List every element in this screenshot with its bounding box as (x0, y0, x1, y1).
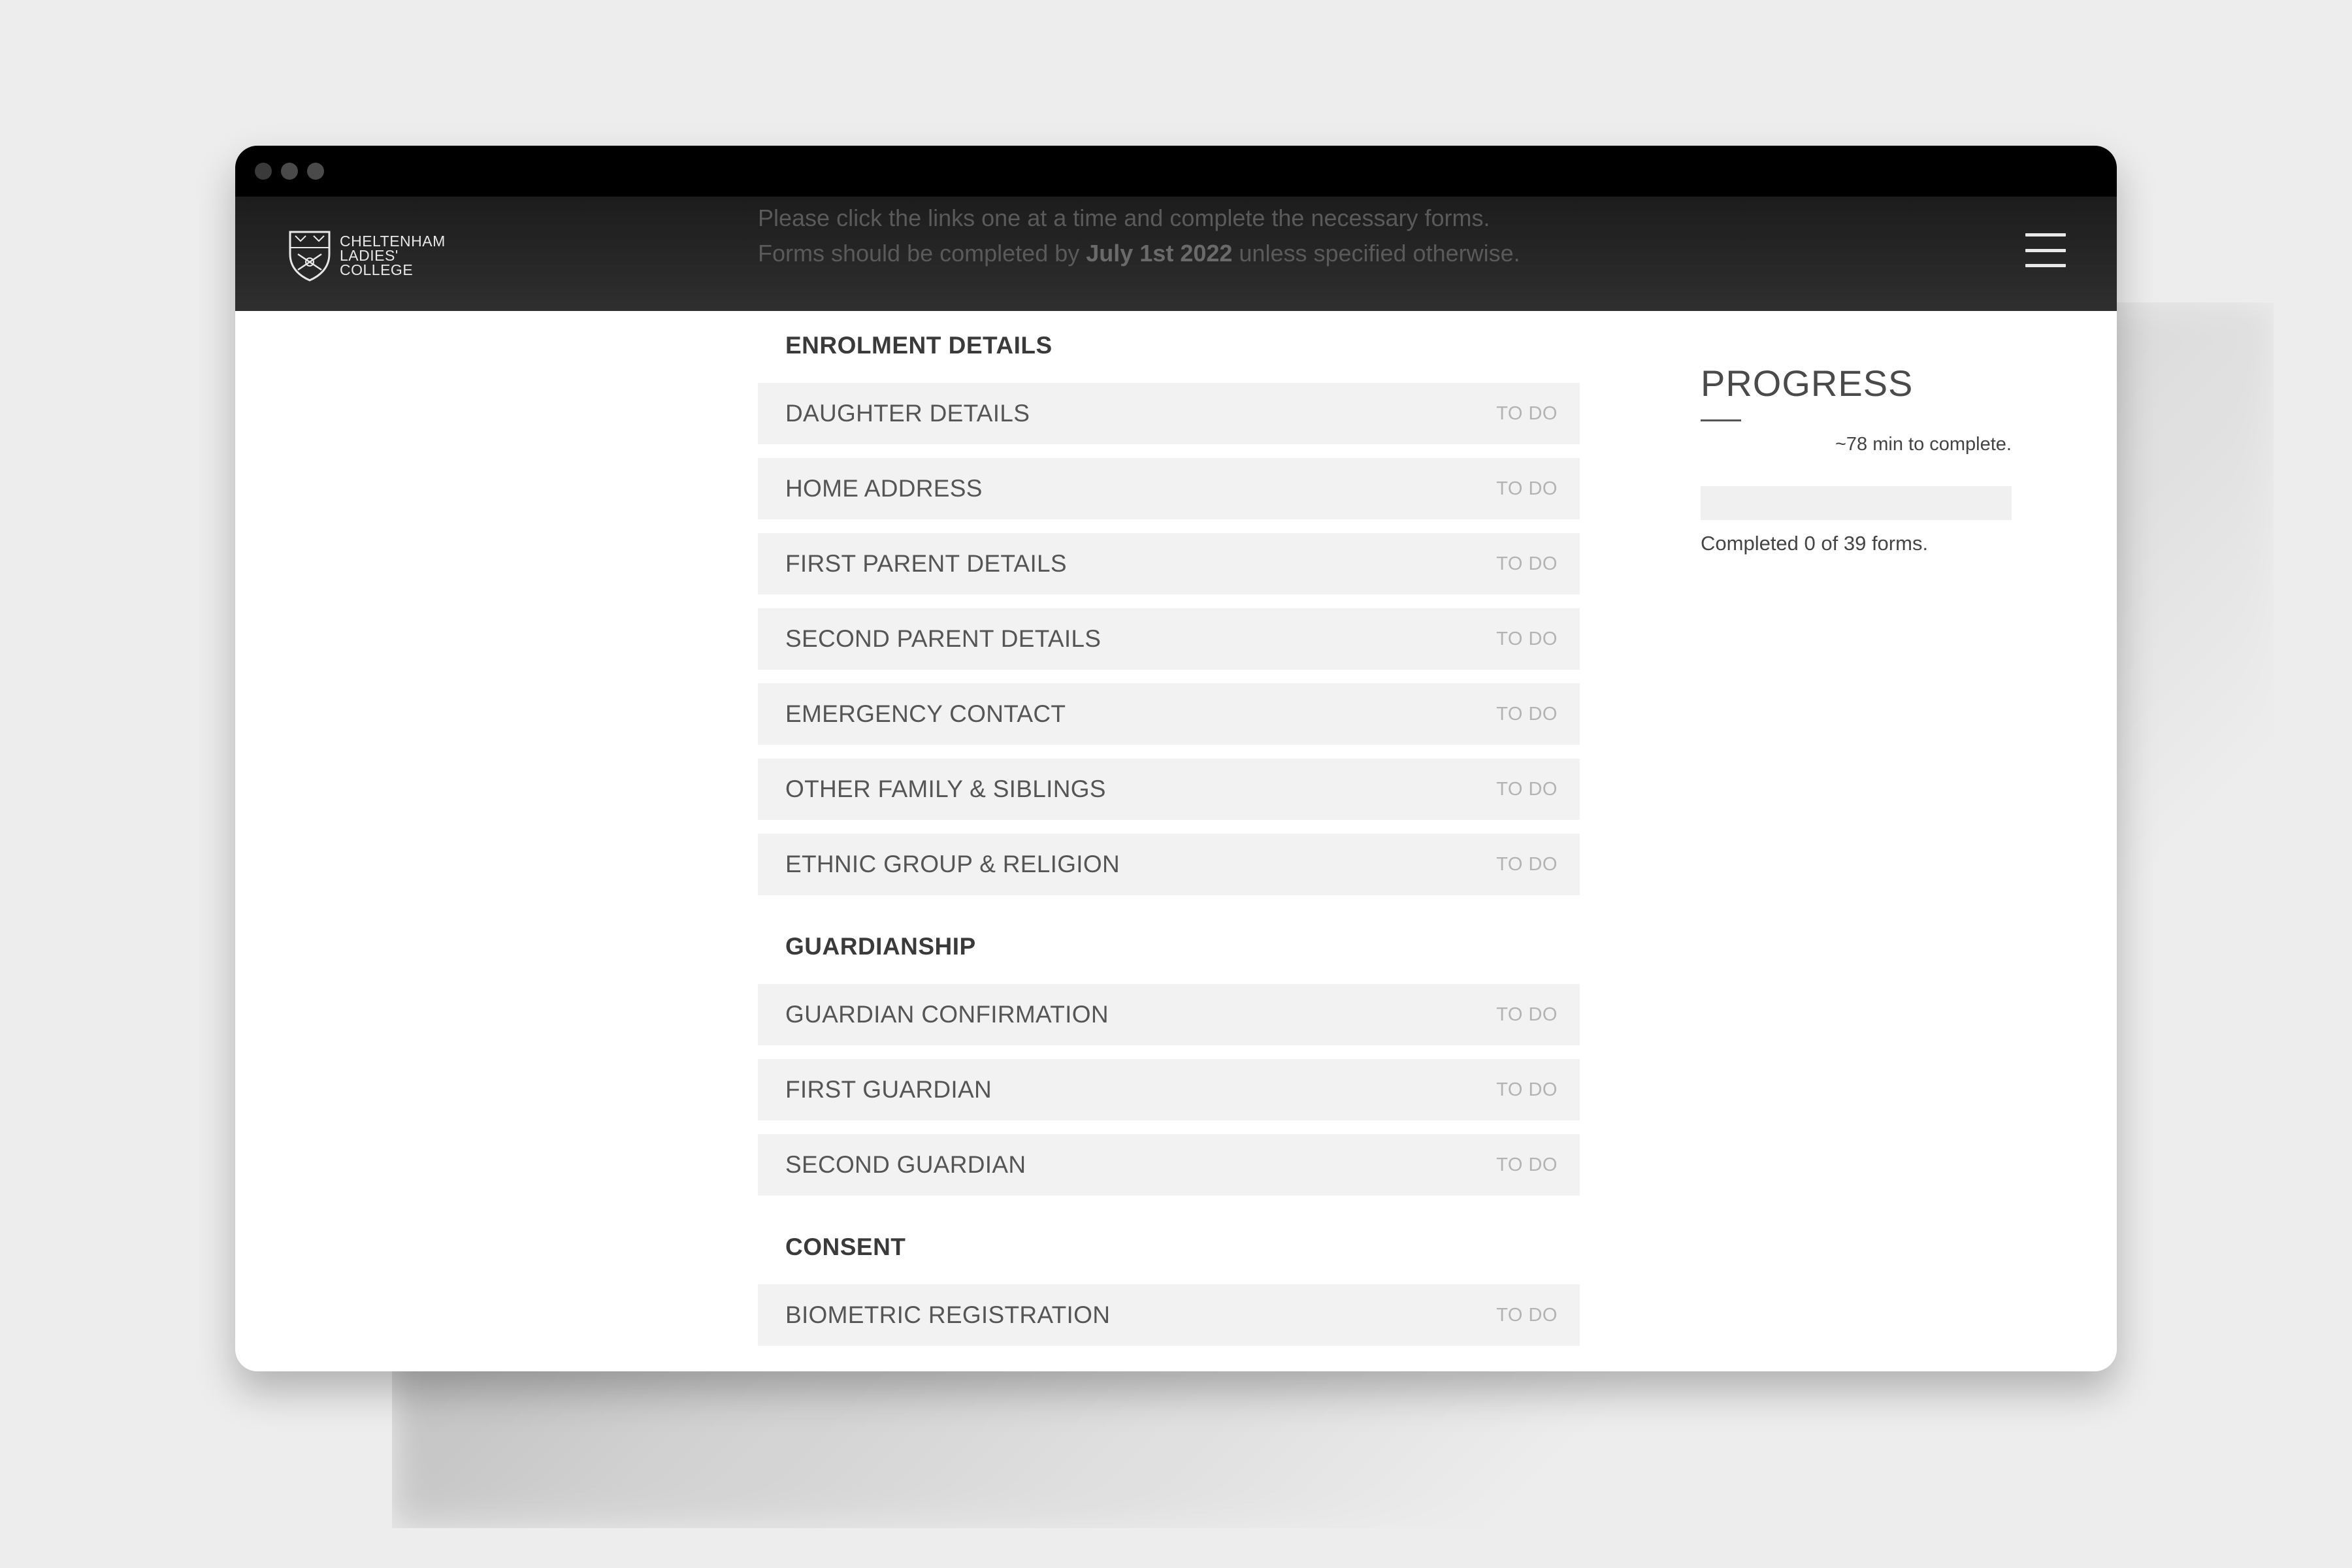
main-content: ENROLMENT DETAILS DAUGHTER DETAILS TO DO … (235, 311, 2117, 1371)
status-badge: TO DO (1496, 628, 1558, 649)
logo-line-2: LADIES' (340, 247, 399, 264)
form-first-parent-details[interactable]: FIRST PARENT DETAILS TO DO (758, 533, 1580, 595)
form-label: SECOND PARENT DETAILS (785, 625, 1102, 652)
form-guardian-confirmation[interactable]: GUARDIAN CONFIRMATION TO DO (758, 984, 1580, 1045)
status-badge: TO DO (1496, 478, 1558, 499)
status-badge: TO DO (1496, 853, 1558, 875)
hamburger-bar (2025, 248, 2066, 252)
hamburger-icon[interactable] (2025, 233, 2066, 267)
logo-line-1: CHELTENHAM (340, 233, 446, 250)
form-label: EMERGENCY CONTACT (785, 700, 1066, 727)
intro-text: Please click the links one at a time and… (758, 201, 1520, 271)
form-label: FIRST PARENT DETAILS (785, 550, 1067, 577)
status-badge: TO DO (1496, 1154, 1558, 1175)
form-label: SECOND GUARDIAN (785, 1151, 1026, 1178)
form-daughter-details[interactable]: DAUGHTER DETAILS TO DO (758, 383, 1580, 444)
site-header: CHELTENHAM LADIES' COLLEGE Please click … (235, 197, 2117, 311)
intro-suffix: unless specified otherwise. (1232, 240, 1520, 267)
minimize-dot[interactable] (281, 163, 298, 180)
stage: CHELTENHAM LADIES' COLLEGE Please click … (0, 0, 2352, 1568)
form-first-guardian[interactable]: FIRST GUARDIAN TO DO (758, 1059, 1580, 1120)
forms-list: ENROLMENT DETAILS DAUGHTER DETAILS TO DO … (758, 311, 1580, 1360)
status-badge: TO DO (1496, 703, 1558, 725)
form-biometric-registration[interactable]: BIOMETRIC REGISTRATION TO DO (758, 1284, 1580, 1346)
form-label: OTHER FAMILY & SIBLINGS (785, 776, 1106, 802)
progress-title: PROGRESS (1701, 363, 1914, 404)
logo-line-3: COLLEGE (340, 261, 414, 278)
progress-divider (1701, 419, 1741, 421)
deadline-date: July 1st 2022 (1086, 240, 1233, 267)
form-label: DAUGHTER DETAILS (785, 400, 1030, 427)
logo-wordmark: CHELTENHAM LADIES' COLLEGE (340, 233, 446, 278)
form-home-address[interactable]: HOME ADDRESS TO DO (758, 458, 1580, 519)
form-label: GUARDIAN CONFIRMATION (785, 1001, 1109, 1028)
college-logo[interactable]: CHELTENHAM LADIES' COLLEGE (286, 228, 446, 283)
browser-window: CHELTENHAM LADIES' COLLEGE Please click … (235, 146, 2117, 1371)
status-badge: TO DO (1496, 1304, 1558, 1326)
form-label: FIRST GUARDIAN (785, 1076, 992, 1103)
status-badge: TO DO (1496, 778, 1558, 800)
maximize-dot[interactable] (307, 163, 324, 180)
section-title-consent: CONSENT (785, 1233, 906, 1260)
form-label: HOME ADDRESS (785, 475, 983, 502)
form-label: ETHNIC GROUP & RELIGION (785, 851, 1120, 877)
form-second-guardian[interactable]: SECOND GUARDIAN TO DO (758, 1134, 1580, 1196)
crest-icon (289, 231, 331, 282)
form-ethnic-group-religion[interactable]: ETHNIC GROUP & RELIGION TO DO (758, 834, 1580, 895)
status-badge: TO DO (1496, 553, 1558, 574)
window-titlebar (235, 146, 2117, 197)
form-emergency-contact[interactable]: EMERGENCY CONTACT TO DO (758, 683, 1580, 745)
hamburger-bar (2025, 233, 2066, 237)
intro-prefix: Forms should be completed by (758, 240, 1086, 267)
form-label: BIOMETRIC REGISTRATION (785, 1301, 1111, 1328)
intro-line-2: Forms should be completed by July 1st 20… (758, 236, 1520, 271)
status-badge: TO DO (1496, 1079, 1558, 1100)
status-badge: TO DO (1496, 1004, 1558, 1025)
completed-count: Completed 0 of 39 forms. (1701, 532, 1929, 555)
time-estimate: ~78 min to complete. (1835, 434, 2012, 455)
progress-bar (1701, 486, 2012, 520)
hamburger-bar (2025, 264, 2066, 267)
section-title-guardianship: GUARDIANSHIP (785, 933, 976, 960)
status-badge: TO DO (1496, 402, 1558, 424)
form-second-parent-details[interactable]: SECOND PARENT DETAILS TO DO (758, 608, 1580, 670)
section-title-enrolment: ENROLMENT DETAILS (785, 332, 1053, 359)
close-dot[interactable] (255, 163, 272, 180)
intro-line-1: Please click the links one at a time and… (758, 204, 1490, 231)
form-other-family-siblings[interactable]: OTHER FAMILY & SIBLINGS TO DO (758, 759, 1580, 820)
